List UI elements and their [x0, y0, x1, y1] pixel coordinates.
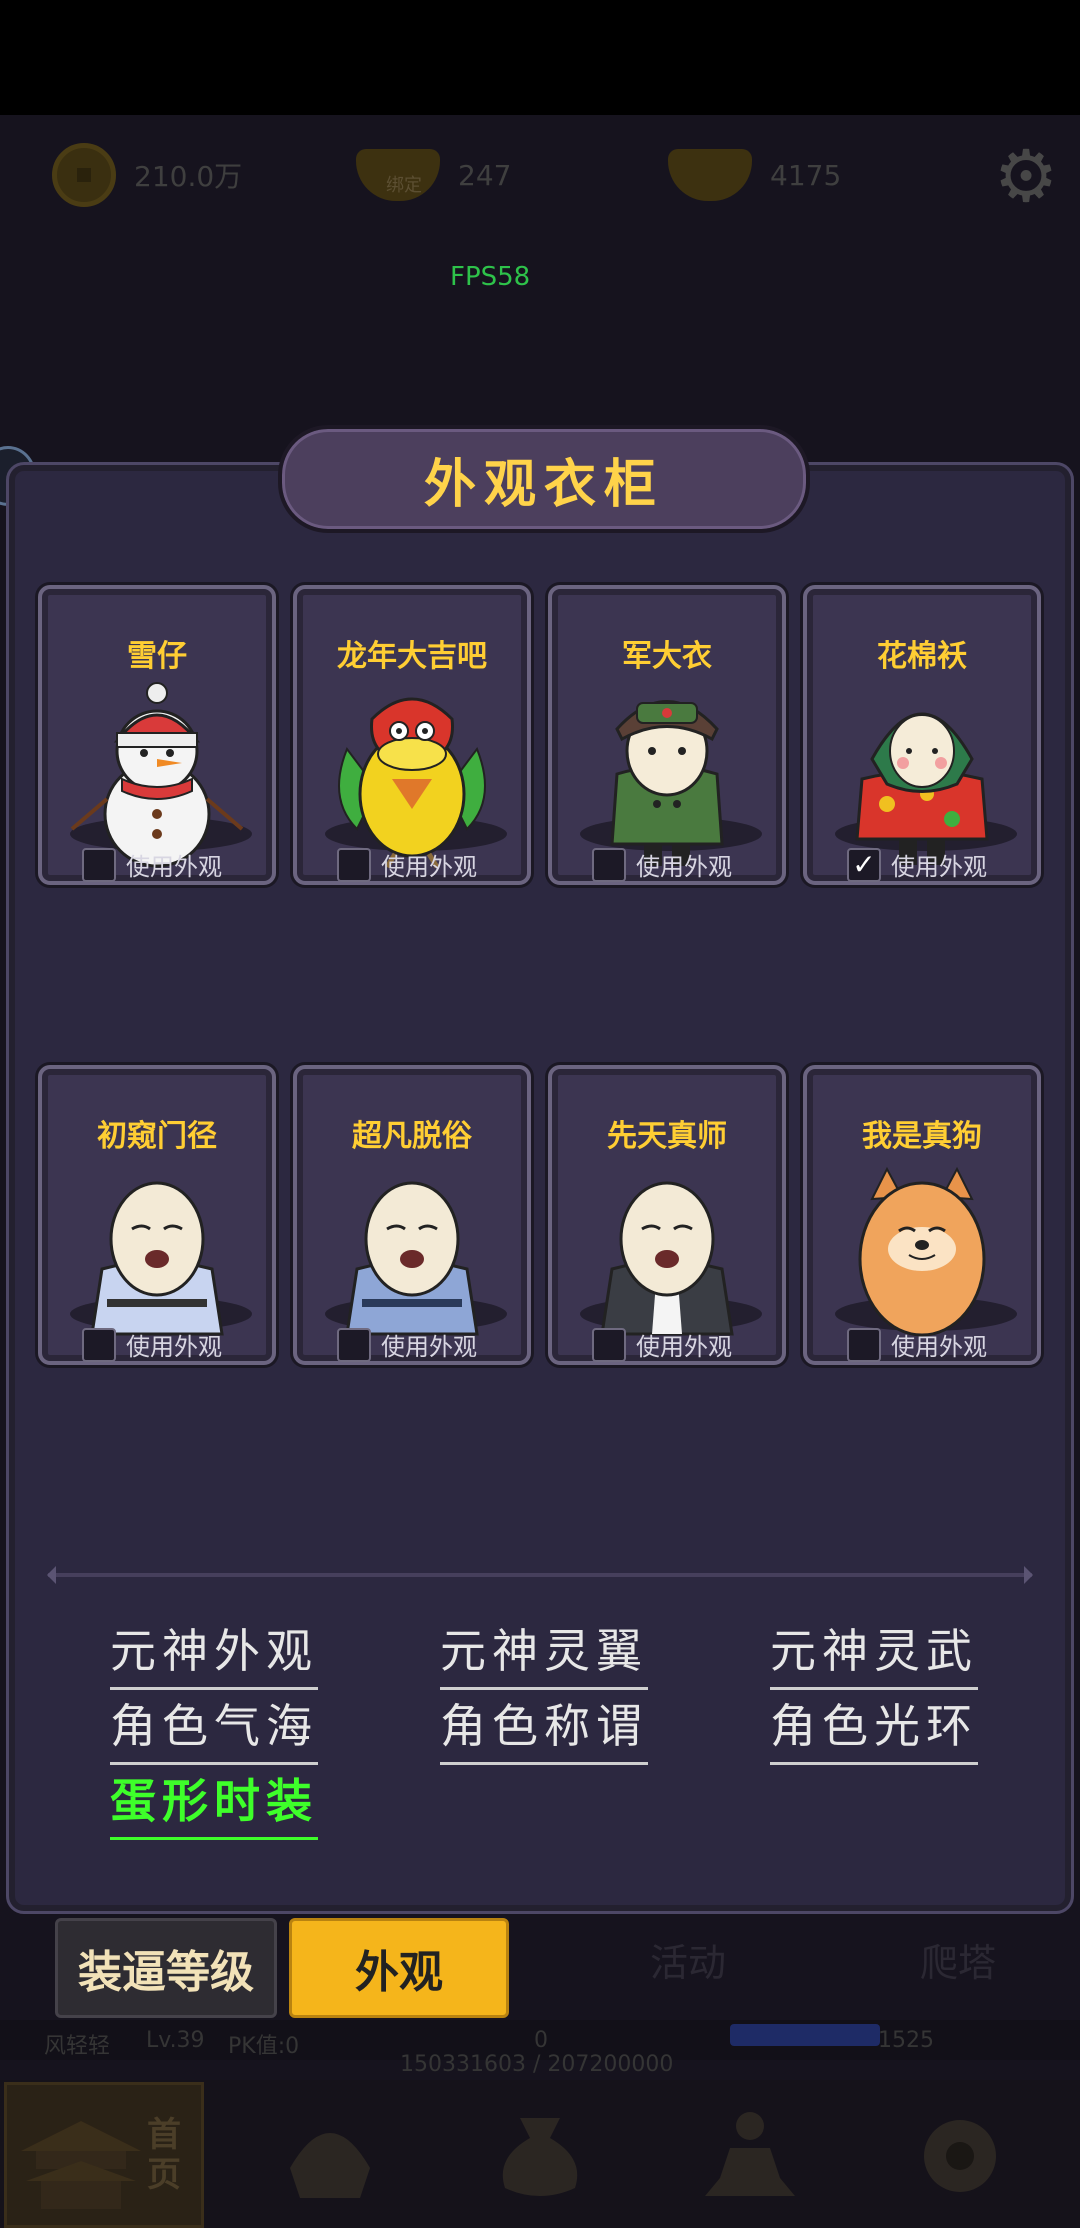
- costume-name: 我是真狗: [862, 1119, 982, 1154]
- nav-home[interactable]: 首页: [4, 2082, 204, 2228]
- option-role-aura-sea[interactable]: 角色气海: [110, 1690, 318, 1765]
- costume-name: 花棉袄: [877, 639, 967, 674]
- use-costume-toggle[interactable]: ✓ 使用外观: [847, 847, 987, 882]
- egg-robe-figure-icon: [345, 1181, 479, 1336]
- meditation-icon: [705, 2112, 795, 2196]
- use-costume-toggle[interactable]: 使用外观: [82, 847, 222, 882]
- use-label: 使用外观: [891, 853, 987, 881]
- wardrobe-title-plate: 外观衣柜: [278, 425, 810, 533]
- money-bag-icon: [502, 2118, 578, 2196]
- top-black-bar: [0, 0, 1080, 115]
- use-label: 使用外观: [381, 1333, 477, 1361]
- snowman-figure-icon: [70, 682, 244, 868]
- use-costume-toggle[interactable]: 使用外观: [592, 1327, 732, 1362]
- dragon-figure-icon: [338, 697, 486, 869]
- nav-home-label: 首页: [147, 2115, 181, 2195]
- option-spirit-wings[interactable]: 元神灵翼: [440, 1615, 648, 1690]
- gold-ingot-icon: [668, 149, 752, 201]
- option-spirit-appearance[interactable]: 元神外观: [110, 1615, 318, 1690]
- shiba-dog-figure-icon: [858, 1166, 986, 1337]
- player-exp: 150331603 / 207200000: [400, 2052, 674, 2077]
- nav-helmet[interactable]: [230, 2082, 430, 2228]
- tab-tower[interactable]: 爬塔: [920, 1932, 996, 1987]
- player-name: 风轻轻: [44, 2034, 111, 2059]
- use-checkbox[interactable]: [337, 847, 371, 882]
- use-checkbox[interactable]: [337, 1327, 371, 1362]
- army-coat-figure-icon: [610, 700, 724, 866]
- mana-bar: [730, 2024, 880, 2046]
- yin-yang-icon: [924, 2120, 996, 2192]
- costume-card-innate-master[interactable]: 先天真师 使用外观: [548, 1065, 786, 1365]
- option-role-title[interactable]: 角色称谓: [440, 1690, 648, 1765]
- egg-robe-figure-icon: [90, 1181, 224, 1336]
- option-role-halo[interactable]: 角色光环: [770, 1690, 978, 1765]
- costume-card-real-dog[interactable]: 我是真狗 使用外观: [803, 1065, 1041, 1365]
- use-costume-toggle[interactable]: 使用外观: [847, 1327, 987, 1362]
- use-checkbox[interactable]: [82, 847, 116, 882]
- use-checkbox[interactable]: [847, 1327, 881, 1362]
- option-egg-fashion[interactable]: 蛋形时装: [110, 1765, 318, 1840]
- costume-name: 雪仔: [127, 639, 187, 674]
- palace-icon: [21, 2121, 141, 2209]
- use-costume-toggle[interactable]: 使用外观: [82, 1327, 222, 1362]
- use-label: 使用外观: [636, 853, 732, 881]
- player-pk: PK值:0: [228, 2034, 300, 2059]
- use-label: 使用外观: [636, 1333, 732, 1361]
- coin-resource: 210.0万: [52, 135, 242, 215]
- use-checkbox[interactable]: [592, 1327, 626, 1362]
- use-label: 使用外观: [381, 853, 477, 881]
- gold-value: 4175: [770, 158, 842, 192]
- use-label: 使用外观: [126, 1333, 222, 1361]
- player-right-value: 1525: [878, 2028, 934, 2053]
- gold-ingot-icon: 绑定: [356, 149, 440, 201]
- coin-value: 210.0万: [134, 160, 243, 193]
- tab-activity[interactable]: 活动: [650, 1932, 726, 1987]
- use-costume-toggle[interactable]: 使用外观: [337, 1327, 477, 1362]
- bound-gold-value: 247: [458, 158, 512, 192]
- player-status-bar: 风轻轻 Lv.39 PK值:0 0 1525 150331603 / 20720…: [0, 2020, 1080, 2077]
- bound-tag: 绑定: [386, 175, 422, 196]
- helmet-icon: [290, 2133, 370, 2198]
- costume-card-dragon[interactable]: 龙年大吉吧 使用外观: [293, 585, 531, 885]
- use-costume-toggle[interactable]: 使用外观: [592, 847, 732, 882]
- use-label: 使用外观: [891, 1333, 987, 1361]
- costume-name: 军大衣: [622, 639, 712, 674]
- player-center-value: 0: [534, 2028, 548, 2053]
- costume-name: 先天真师: [607, 1119, 727, 1154]
- use-checkbox-checked[interactable]: ✓: [847, 847, 881, 882]
- nav-cultivate[interactable]: [650, 2082, 850, 2228]
- use-checkbox[interactable]: [82, 1327, 116, 1362]
- wardrobe-title: 外观衣柜: [423, 453, 664, 515]
- costume-name: 龙年大吉吧: [337, 639, 487, 674]
- copper-coin-icon: [52, 143, 116, 207]
- nav-sect[interactable]: [860, 2082, 1060, 2228]
- costume-card-cotton-jacket[interactable]: 花棉袄 ✓ 使用外观: [803, 585, 1041, 885]
- bound-gold-resource: 绑定 247: [356, 135, 511, 215]
- use-costume-toggle[interactable]: 使用外观: [337, 847, 477, 882]
- use-checkbox[interactable]: [592, 847, 626, 882]
- costume-card-extraordinary[interactable]: 超凡脱俗 使用外观: [293, 1065, 531, 1365]
- egg-robe-figure-icon: [600, 1181, 734, 1336]
- nav-bag[interactable]: [440, 2082, 640, 2228]
- cotton-jacket-figure-icon: [855, 712, 989, 865]
- gear-icon[interactable]: ⚙: [988, 138, 1064, 214]
- costume-card-novice[interactable]: 初窥门径 使用外观: [38, 1065, 276, 1365]
- section-divider: [47, 1566, 1033, 1584]
- use-label: 使用外观: [126, 853, 222, 881]
- costume-card-snowman[interactable]: 雪仔 使用外观: [38, 585, 276, 885]
- option-spirit-weapon[interactable]: 元神灵武: [770, 1615, 978, 1690]
- tab-level[interactable]: 装逼等级: [55, 1918, 277, 2018]
- fps-counter: FPS58: [450, 262, 531, 292]
- gold-resource: 4175: [668, 135, 841, 215]
- player-level: Lv.39: [146, 2028, 205, 2053]
- costume-name: 初窥门径: [97, 1119, 217, 1154]
- costume-card-army-coat[interactable]: 军大衣 使用外观: [548, 585, 786, 885]
- tab-appearance[interactable]: 外观: [289, 1918, 509, 2018]
- costume-name: 超凡脱俗: [352, 1119, 472, 1154]
